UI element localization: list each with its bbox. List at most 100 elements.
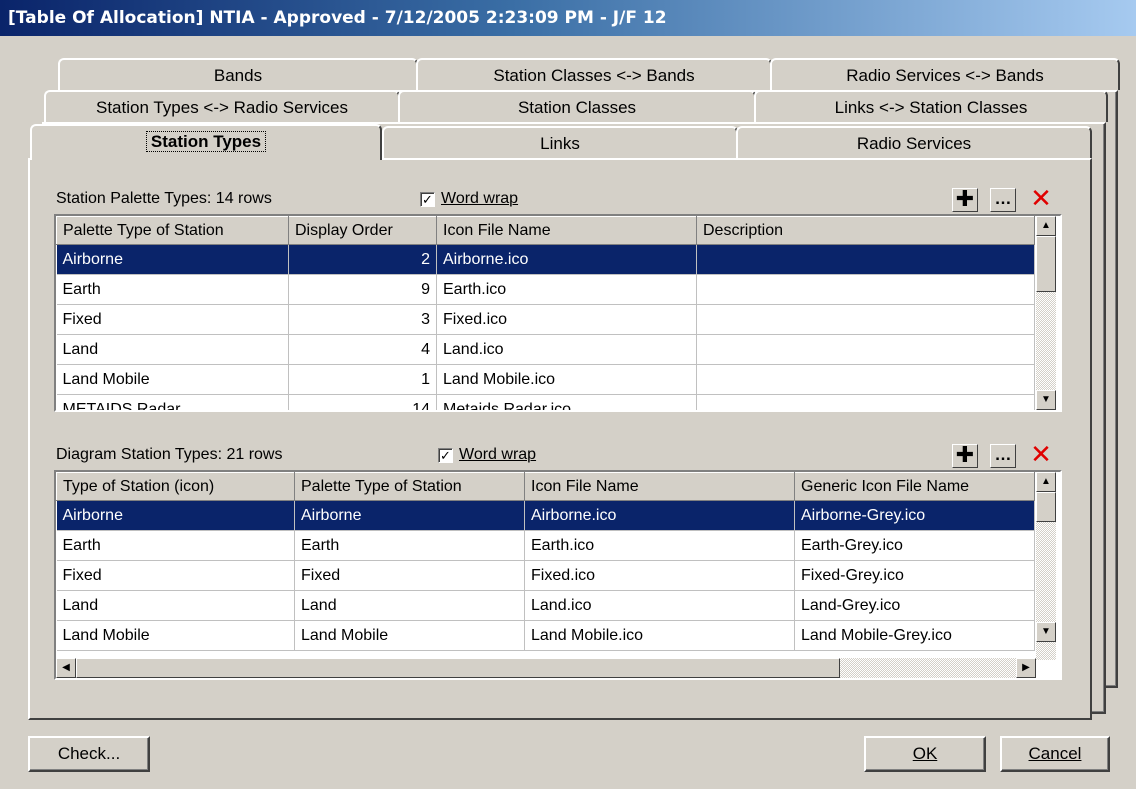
table-cell (696, 364, 1035, 395)
scroll-thumb[interactable] (76, 658, 840, 678)
diagram-col-icon[interactable]: Icon File Name (524, 472, 795, 501)
palette-caption: Station Palette Types: 14 rows (56, 190, 272, 207)
table-row[interactable]: Land Mobile 1 Land Mobile.ico (56, 364, 1035, 395)
palette-col-order[interactable]: Display Order (288, 216, 437, 245)
tab-radio-services[interactable]: Radio Services (736, 126, 1092, 158)
palette-add-button[interactable]: ✚ (952, 188, 978, 212)
diagram-caption: Diagram Station Types: 21 rows (56, 446, 283, 463)
ellipsis-icon: … (994, 445, 1012, 464)
table-row[interactable]: Fixed 3 Fixed.ico (56, 304, 1035, 335)
table-cell (696, 394, 1035, 410)
table-cell: Fixed (56, 304, 289, 335)
diagram-grid: Type of Station (icon) Palette Type of S… (54, 470, 1062, 680)
table-cell: Land Mobile-Grey.ico (794, 620, 1035, 651)
table-cell: Airborne.ico (436, 244, 697, 275)
scroll-up-arrow-icon[interactable]: ▲ (1036, 472, 1056, 492)
scroll-right-arrow-icon[interactable]: ▶ (1016, 658, 1036, 678)
table-cell: Airborne-Grey.ico (794, 500, 1035, 531)
table-cell: Earth (56, 274, 289, 305)
tab-links[interactable]: Links (382, 126, 738, 158)
table-cell: Land Mobile.ico (524, 620, 795, 651)
table-row[interactable]: Land 4 Land.ico (56, 334, 1035, 365)
table-cell: Airborne.ico (524, 500, 795, 531)
tab-station-types-radio-services[interactable]: Station Types <-> Radio Services (44, 90, 400, 122)
table-cell: Land-Grey.ico (794, 590, 1035, 621)
table-cell: Fixed (56, 560, 295, 591)
tab-bands[interactable]: Bands (58, 58, 418, 90)
palette-table: Palette Type of Station Display Order Ic… (56, 216, 1035, 410)
table-cell: Earth-Grey.ico (794, 530, 1035, 561)
table-cell: 4 (288, 334, 437, 365)
table-cell (696, 304, 1035, 335)
table-cell: Land Mobile (56, 620, 295, 651)
ellipsis-icon: … (994, 189, 1012, 208)
ok-button[interactable]: OK (864, 736, 986, 772)
table-cell: Fixed.ico (524, 560, 795, 591)
tab-station-classes-bands[interactable]: Station Classes <-> Bands (416, 58, 772, 90)
palette-header-row: Palette Type of Station Display Order Ic… (56, 216, 1035, 245)
table-cell: Fixed (294, 560, 525, 591)
plus-icon: ✚ (955, 186, 975, 211)
tab-station-classes[interactable]: Station Classes (398, 90, 756, 122)
table-cell: Land Mobile (56, 364, 289, 395)
palette-edit-button[interactable]: … (990, 188, 1016, 212)
scroll-down-arrow-icon[interactable]: ▼ (1036, 622, 1056, 642)
table-row[interactable]: Airborne 2 Airborne.ico (56, 244, 1035, 275)
table-row[interactable]: Fixed Fixed Fixed.ico Fixed-Grey.ico (56, 560, 1035, 591)
palette-word-wrap-label: Word wrap (441, 190, 519, 207)
diagram-col-generic-icon[interactable]: Generic Icon File Name (794, 472, 1035, 501)
title-bar: [Table Of Allocation] NTIA - Approved - … (0, 0, 1136, 36)
diagram-horizontal-scrollbar[interactable]: ◀ ▶ (56, 658, 1036, 678)
ok-button-label: OK (912, 744, 938, 763)
table-cell: Airborne (56, 244, 289, 275)
scroll-thumb[interactable] (1036, 236, 1056, 292)
palette-vertical-scrollbar[interactable]: ▲ ▼ (1036, 216, 1056, 410)
table-cell: Land Mobile.ico (436, 364, 697, 395)
scroll-left-arrow-icon[interactable]: ◀ (56, 658, 76, 678)
palette-delete-button[interactable]: ✕ (1028, 185, 1054, 212)
table-cell (696, 274, 1035, 305)
table-cell: Metaids Radar.ico (436, 394, 697, 410)
diagram-col-palette-type[interactable]: Palette Type of Station (294, 472, 525, 501)
scroll-up-arrow-icon[interactable]: ▲ (1036, 216, 1056, 236)
plus-icon: ✚ (955, 442, 975, 467)
table-row[interactable]: Land Mobile Land Mobile Land Mobile.ico … (56, 620, 1035, 651)
scroll-down-arrow-icon[interactable]: ▼ (1036, 390, 1056, 410)
tab-station-types[interactable]: Station Types (30, 124, 382, 160)
table-row[interactable]: Land Land Land.ico Land-Grey.ico (56, 590, 1035, 621)
table-cell: Land Mobile (294, 620, 525, 651)
table-row[interactable]: Earth Earth Earth.ico Earth-Grey.ico (56, 530, 1035, 561)
palette-col-description[interactable]: Description (696, 216, 1035, 245)
tab-radio-services-bands[interactable]: Radio Services <-> Bands (770, 58, 1120, 90)
table-cell: Earth.ico (436, 274, 697, 305)
palette-word-wrap-checkbox[interactable]: ✓ Word wrap (420, 190, 518, 208)
diagram-col-type[interactable]: Type of Station (icon) (56, 472, 295, 501)
table-cell: METAIDS Radar (56, 394, 289, 410)
cancel-button-label: Cancel (1028, 744, 1082, 763)
palette-col-type[interactable]: Palette Type of Station (56, 216, 289, 245)
table-cell: Earth (294, 530, 525, 561)
table-row[interactable]: METAIDS Radar 14 Metaids Radar.ico (56, 394, 1035, 410)
table-cell: Fixed-Grey.ico (794, 560, 1035, 591)
tab-links-station-classes[interactable]: Links <-> Station Classes (754, 90, 1108, 122)
table-cell: Land.ico (524, 590, 795, 621)
table-cell: Land (56, 334, 289, 365)
diagram-delete-button[interactable]: ✕ (1028, 441, 1054, 468)
diagram-edit-button[interactable]: … (990, 444, 1016, 468)
diagram-word-wrap-checkbox[interactable]: ✓ Word wrap (438, 446, 536, 464)
scroll-thumb[interactable] (1036, 492, 1056, 522)
diagram-vertical-scrollbar[interactable]: ▲ ▼ (1036, 472, 1056, 660)
table-cell: 1 (288, 364, 437, 395)
table-cell: Land (294, 590, 525, 621)
table-row[interactable]: Earth 9 Earth.ico (56, 274, 1035, 305)
palette-col-icon[interactable]: Icon File Name (436, 216, 697, 245)
diagram-add-button[interactable]: ✚ (952, 444, 978, 468)
diagram-word-wrap-label: Word wrap (459, 446, 537, 463)
table-row[interactable]: Airborne Airborne Airborne.ico Airborne-… (56, 500, 1035, 531)
cancel-button[interactable]: Cancel (1000, 736, 1110, 772)
table-cell (696, 244, 1035, 275)
red-x-icon: ✕ (1030, 183, 1052, 213)
check-button[interactable]: Check... (28, 736, 150, 772)
station-types-panel: Station Palette Types: 14 rows ✓ Word wr… (28, 158, 1092, 720)
table-cell: Airborne (294, 500, 525, 531)
